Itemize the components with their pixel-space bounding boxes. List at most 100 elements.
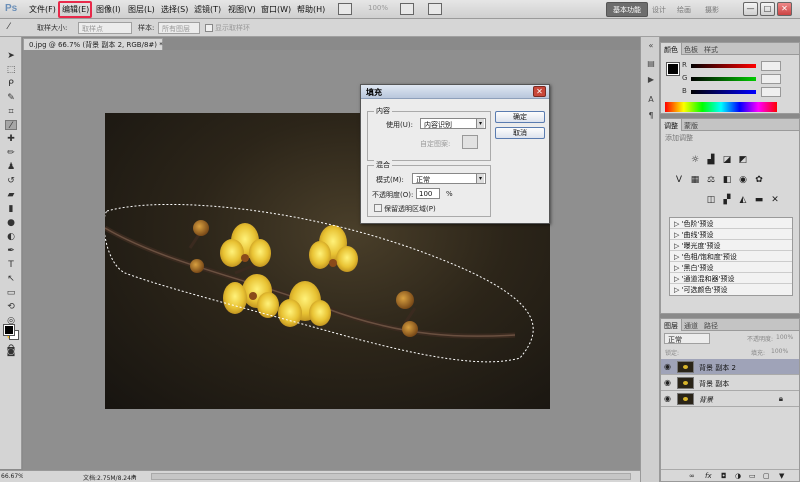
- history-brush-icon[interactable]: ↺: [5, 176, 17, 186]
- move-tool-icon[interactable]: ➤: [5, 51, 17, 61]
- menu-select[interactable]: 选择(S): [161, 4, 188, 15]
- menu-image[interactable]: 图像(I): [96, 4, 121, 15]
- fx-icon[interactable]: fx: [705, 472, 712, 480]
- pen-tool-icon[interactable]: ✒: [5, 246, 17, 256]
- paragraph-icon[interactable]: ¶: [646, 111, 656, 121]
- trash-icon[interactable]: ▼: [779, 472, 784, 480]
- path-select-icon[interactable]: ↖: [5, 274, 17, 284]
- eyedropper-icon[interactable]: ⁄: [8, 22, 10, 32]
- tab-masks[interactable]: 蒙版: [681, 119, 701, 131]
- green-slider[interactable]: [691, 77, 756, 81]
- tab-channels[interactable]: 通道: [681, 319, 701, 331]
- menu-help[interactable]: 帮助(H): [297, 4, 325, 15]
- horizontal-scrollbar[interactable]: [151, 473, 631, 480]
- color-balance-icon[interactable]: ⚖: [705, 175, 717, 186]
- color-spectrum[interactable]: [665, 102, 777, 112]
- preset-hue-saturation[interactable]: ▷ '色相/饱和度'预设: [670, 251, 792, 262]
- stamp-tool-icon[interactable]: ♟: [5, 162, 17, 172]
- layer-opacity-value[interactable]: 100%: [776, 334, 793, 341]
- menu-window[interactable]: 窗口(W): [261, 4, 291, 15]
- blend-mode-select[interactable]: 正常: [664, 333, 710, 344]
- workspace-design[interactable]: 设计: [652, 5, 666, 15]
- adjustment-layer-icon[interactable]: ◑: [735, 472, 741, 480]
- sample-size-select[interactable]: 取样点: [78, 22, 132, 34]
- hue-saturation-icon[interactable]: ▦: [689, 175, 701, 186]
- threshold-icon[interactable]: ◭: [737, 195, 749, 206]
- use-select[interactable]: 内容识别 ▾: [420, 118, 486, 129]
- menu-view[interactable]: 视图(V): [228, 4, 256, 15]
- black-white-icon[interactable]: ◧: [721, 175, 733, 186]
- red-slider[interactable]: [691, 64, 756, 68]
- maximize-button[interactable]: □: [760, 2, 775, 16]
- close-button[interactable]: ✕: [777, 2, 792, 16]
- dialog-close-button[interactable]: ✕: [533, 86, 546, 97]
- preset-curves[interactable]: ▷ '曲线'预设: [670, 229, 792, 240]
- screen-mode-icon[interactable]: [338, 3, 352, 15]
- preset-exposure[interactable]: ▷ '曝光度'预设: [670, 240, 792, 251]
- tab-layers[interactable]: 图层: [661, 319, 682, 331]
- status-menu-arrow[interactable]: ▸: [133, 472, 137, 480]
- marquee-tool-icon[interactable]: ⬚: [5, 65, 17, 75]
- new-layer-icon[interactable]: ▢: [763, 472, 770, 480]
- type-tool-icon[interactable]: T: [5, 260, 17, 270]
- gradient-tool-icon[interactable]: ▮: [5, 204, 17, 214]
- eye-icon[interactable]: ◉: [664, 378, 671, 387]
- document-tab[interactable]: 0.jpg @ 66.7% (背景 副本 2, RGB/8#) *: [23, 38, 163, 50]
- crop-tool-icon[interactable]: ⌗: [5, 107, 17, 117]
- lasso-tool-icon[interactable]: ᑭ: [5, 79, 17, 89]
- dodge-tool-icon[interactable]: ◐: [5, 232, 17, 242]
- photo-filter-icon[interactable]: ◉: [737, 175, 749, 186]
- layer-row[interactable]: ◉ 背景 副本: [661, 375, 799, 391]
- character-icon[interactable]: A: [646, 95, 656, 105]
- tab-paths[interactable]: 路径: [701, 319, 721, 331]
- channel-mixer-icon[interactable]: ✿: [753, 175, 765, 186]
- blur-tool-icon[interactable]: ●: [5, 218, 17, 228]
- quick-select-tool-icon[interactable]: ✎: [5, 93, 17, 103]
- brush-tool-icon[interactable]: ✏: [5, 148, 17, 158]
- eyedropper-tool-icon[interactable]: ⁄: [5, 120, 17, 131]
- preset-black-white[interactable]: ▷ '黑白'预设: [670, 262, 792, 273]
- exposure-icon[interactable]: ◩: [737, 155, 749, 166]
- fill-value[interactable]: 100%: [771, 348, 788, 355]
- brightness-icon[interactable]: ☼: [689, 155, 701, 166]
- tab-adjustments[interactable]: 调整: [661, 119, 682, 131]
- actions-icon[interactable]: ▶: [646, 75, 656, 85]
- selective-color-icon[interactable]: ✕: [769, 195, 781, 206]
- layer-row[interactable]: ◉ 背景 🔒︎: [661, 391, 799, 407]
- preset-selective-color[interactable]: ▷ '可选颜色'预设: [670, 284, 792, 295]
- tab-styles[interactable]: 样式: [701, 43, 721, 55]
- show-ring-checkbox[interactable]: [205, 24, 213, 32]
- eraser-tool-icon[interactable]: ▰: [5, 190, 17, 200]
- cancel-button[interactable]: 取消: [495, 127, 545, 139]
- arrange-icon[interactable]: [400, 3, 414, 15]
- 3d-rotate-icon[interactable]: ⟲: [5, 302, 17, 312]
- foreground-color-swatch[interactable]: [3, 324, 15, 336]
- workspace-photography[interactable]: 摄影: [705, 5, 719, 15]
- mask-icon[interactable]: ◘: [721, 472, 727, 480]
- menu-file[interactable]: 文件(F): [29, 4, 56, 15]
- sample-select[interactable]: 所有图层: [158, 22, 200, 34]
- blue-value[interactable]: [761, 87, 781, 97]
- levels-icon[interactable]: ▟: [705, 155, 717, 166]
- green-value[interactable]: [761, 74, 781, 84]
- tab-color[interactable]: 颜色: [661, 43, 682, 55]
- pattern-picker[interactable]: [462, 135, 478, 149]
- mode-select[interactable]: 正常 ▾: [412, 173, 486, 184]
- eye-icon[interactable]: ◉: [664, 362, 671, 371]
- history-icon[interactable]: ▤: [646, 59, 656, 69]
- status-zoom[interactable]: 66.67%: [0, 470, 23, 482]
- zoom-level[interactable]: 100%: [368, 4, 388, 12]
- preserve-transparency-checkbox[interactable]: [374, 204, 382, 212]
- red-value[interactable]: [761, 61, 781, 71]
- tab-swatches[interactable]: 色板: [681, 43, 701, 55]
- workspace-painting[interactable]: 绘画: [677, 5, 691, 15]
- healing-tool-icon[interactable]: ✚: [5, 134, 17, 144]
- posterize-icon[interactable]: ▞: [721, 195, 733, 206]
- minimize-button[interactable]: —: [743, 2, 758, 16]
- vibrance-icon[interactable]: V: [673, 175, 685, 186]
- quick-mask-icon[interactable]: ◙: [5, 347, 17, 357]
- opacity-input[interactable]: 100: [416, 188, 440, 199]
- gradient-map-icon[interactable]: ▬: [753, 195, 765, 206]
- eye-icon[interactable]: ◉: [664, 394, 671, 403]
- folder-icon[interactable]: ▭: [749, 472, 756, 480]
